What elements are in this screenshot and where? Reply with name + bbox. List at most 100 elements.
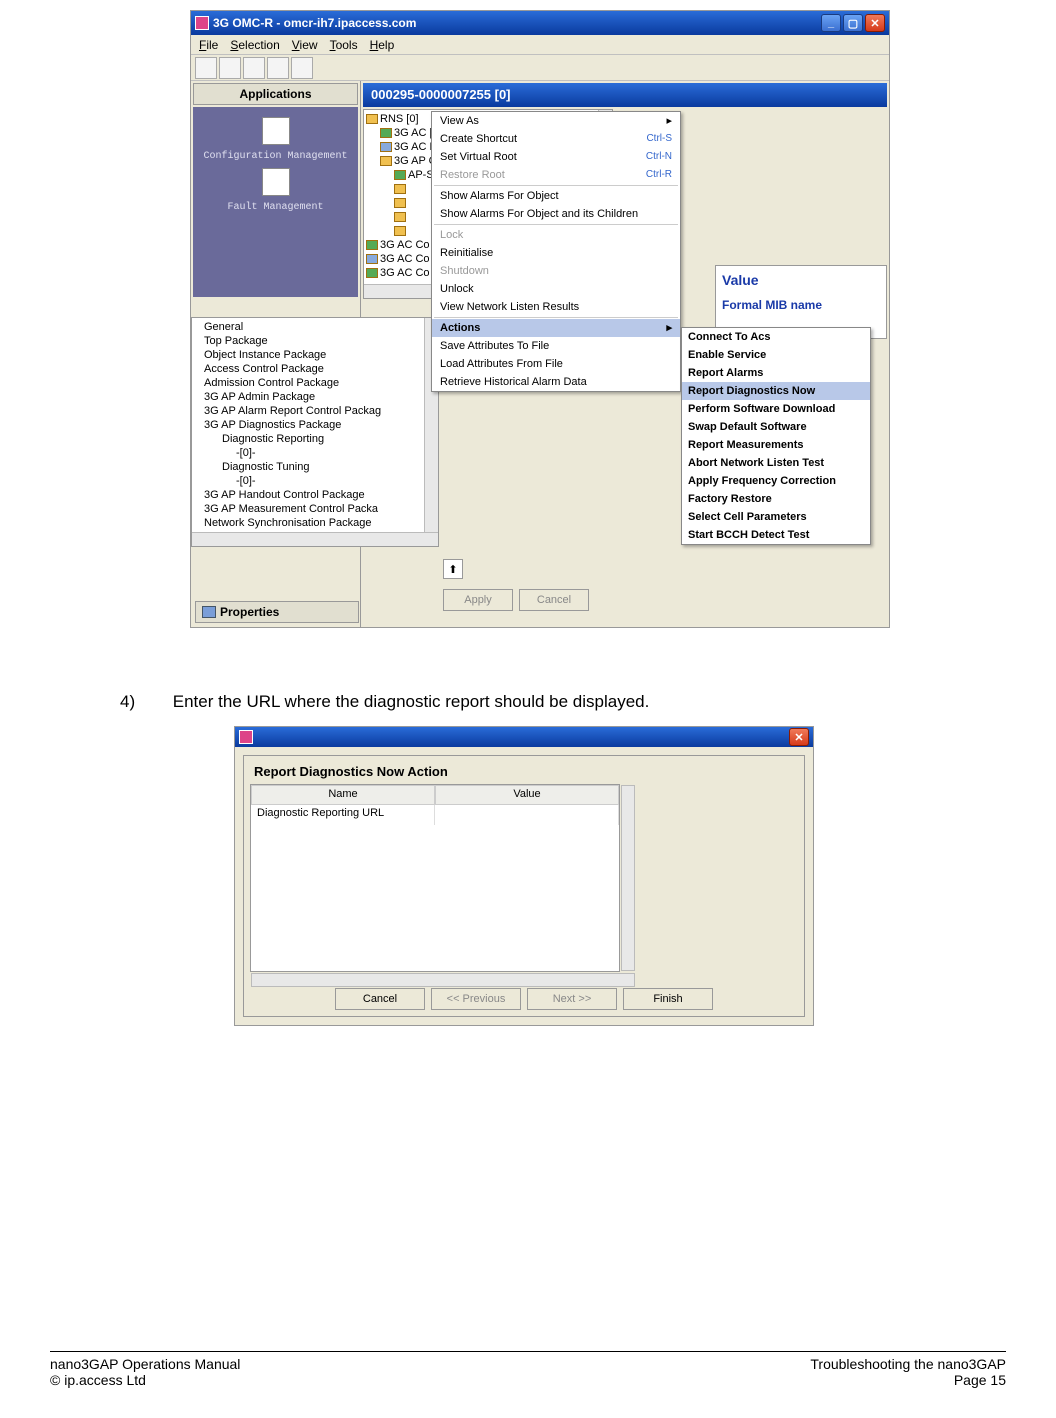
ctx-retrieve-alarm-data[interactable]: Retrieve Historical Alarm Data [432,373,680,391]
sub-select-cell-params[interactable]: Select Cell Parameters [682,508,870,526]
pkg-item[interactable]: 3G AP Handout Control Package [194,488,436,502]
next-button[interactable]: Next >> [527,988,617,1010]
screenshot-omcr-window: 3G OMC-R - omcr-ih7.ipaccess.com _ ▢ ✕ F… [190,10,890,628]
menu-help[interactable]: Help [370,38,395,54]
pkg-item[interactable]: Object Instance Package [194,348,436,362]
menu-tools[interactable]: Tools [330,38,358,54]
ctx-show-alarms-object[interactable]: Show Alarms For Object [432,187,680,205]
footer-copyright: © ip.access Ltd [50,1372,146,1388]
context-menu: View As▸ Create ShortcutCtrl-S Set Virtu… [431,111,681,392]
previous-button[interactable]: << Previous [431,988,521,1010]
config-mgmt-label[interactable]: Configuration Management [193,151,358,162]
ctx-show-alarms-children[interactable]: Show Alarms For Object and its Children [432,205,680,223]
sub-apply-freq-correction[interactable]: Apply Frequency Correction [682,472,870,490]
pkg-item[interactable]: Top Package [194,334,436,348]
fault-mgmt-icon[interactable] [262,168,290,196]
pkg-item[interactable]: Diagnostic Tuning [194,460,436,474]
apply-button[interactable]: Apply [443,589,513,611]
properties-tab[interactable]: Properties [195,601,359,623]
maximize-button[interactable]: ▢ [843,14,863,32]
pkg-item[interactable]: 3G AP Measurement Control Packa [194,502,436,516]
menu-selection[interactable]: Selection [230,38,279,54]
tree-item[interactable]: 3G AC Co [380,267,430,279]
sub-connect-acs[interactable]: Connect To Acs [682,328,870,346]
step-instruction: 4) Enter the URL where the diagnostic re… [120,692,649,712]
footer-section: Troubleshooting the nano3GAP [810,1356,1006,1372]
app-icon [239,730,253,744]
minimize-button[interactable]: _ [821,14,841,32]
footer-manual: nano3GAP Operations Manual [50,1356,240,1372]
close-button[interactable]: ✕ [865,14,885,32]
toolbar-button[interactable] [243,57,265,79]
ctx-set-virtual-root[interactable]: Set Virtual RootCtrl-N [432,148,680,166]
package-tree-pane[interactable]: General Top Package Object Instance Pack… [191,317,439,547]
dialog-title: Report Diagnostics Now Action [248,760,800,783]
ctx-create-shortcut[interactable]: Create ShortcutCtrl-S [432,130,680,148]
ctx-save-attrs[interactable]: Save Attributes To File [432,337,680,355]
footer-page: Page 15 [954,1372,1006,1388]
applications-panel: Configuration Management Fault Managemen… [193,107,358,297]
mib-header: Formal MIB name [722,298,880,312]
applications-tab[interactable]: Applications [193,83,358,105]
pkg-item[interactable]: 3G AP Diagnostics Package [194,418,436,432]
sub-enable-service[interactable]: Enable Service [682,346,870,364]
toolbar-button[interactable] [195,57,217,79]
pkg-item[interactable]: 3G AP Alarm Report Control Packag [194,404,436,418]
close-button[interactable]: ✕ [789,728,809,746]
scrollbar[interactable] [192,532,438,546]
sub-abort-listen-test[interactable]: Abort Network Listen Test [682,454,870,472]
window-titlebar: 3G OMC-R - omcr-ih7.ipaccess.com _ ▢ ✕ [191,11,889,35]
menu-bar: File Selection View Tools Help [191,35,889,55]
tree-item[interactable]: RNS [0] [380,113,419,125]
ctx-lock[interactable]: Lock [432,226,680,244]
param-value-input[interactable] [435,805,619,825]
ctx-shutdown[interactable]: Shutdown [432,262,680,280]
config-mgmt-icon[interactable] [262,117,290,145]
pkg-item[interactable]: 3G AP Admin Package [194,390,436,404]
sub-factory-restore[interactable]: Factory Restore [682,490,870,508]
ctx-actions[interactable]: Actions▸ [432,319,680,337]
sub-swap-default-sw[interactable]: Swap Default Software [682,418,870,436]
col-value: Value [435,785,619,805]
pkg-item[interactable]: Admission Control Package [194,376,436,390]
pkg-item[interactable]: -[0]- [194,446,436,460]
pkg-item[interactable]: Diagnostic Reporting [194,432,436,446]
tree-item[interactable]: 3G AC Co [380,239,430,251]
step-number: 4) [120,692,168,712]
pkg-item[interactable]: Access Control Package [194,362,436,376]
sub-start-bcch-test[interactable]: Start BCCH Detect Test [682,526,870,544]
ctx-load-attrs[interactable]: Load Attributes From File [432,355,680,373]
fault-mgmt-label[interactable]: Fault Management [193,202,358,213]
col-name: Name [251,785,435,805]
sub-perform-download[interactable]: Perform Software Download [682,400,870,418]
pkg-item[interactable]: General [194,320,436,334]
tree-item[interactable]: 3G AC Co [380,253,430,265]
window-title: 3G OMC-R - omcr-ih7.ipaccess.com [213,16,416,30]
toolbar-button[interactable] [267,57,289,79]
menu-file[interactable]: File [199,38,218,54]
step-text: Enter the URL where the diagnostic repor… [173,692,650,711]
menu-view[interactable]: View [292,38,318,54]
finish-button[interactable]: Finish [623,988,713,1010]
cancel-button[interactable]: Cancel [519,589,589,611]
toolbar-button[interactable] [291,57,313,79]
toolbar-button[interactable] [219,57,241,79]
up-button[interactable]: ⬆ [443,559,463,579]
sub-report-diagnostics-now[interactable]: Report Diagnostics Now [682,382,870,400]
object-banner: 000295-0000007255 [0] [363,83,887,107]
sub-report-measurements[interactable]: Report Measurements [682,436,870,454]
properties-icon [202,606,216,618]
scrollbar[interactable] [251,973,635,987]
pkg-item[interactable]: Network Synchronisation Package [194,516,436,530]
ctx-restore-root[interactable]: Restore RootCtrl-R [432,166,680,184]
ctx-view-listen[interactable]: View Network Listen Results [432,298,680,316]
pkg-item[interactable]: -[0]- [194,474,436,488]
ctx-reinitialise[interactable]: Reinitialise [432,244,680,262]
scrollbar[interactable] [621,785,635,971]
screenshot-report-dialog: ✕ Report Diagnostics Now Action Name Val… [234,726,814,1026]
sub-report-alarms[interactable]: Report Alarms [682,364,870,382]
dialog-titlebar: ✕ [235,727,813,747]
ctx-view-as[interactable]: View As▸ [432,112,680,130]
cancel-button[interactable]: Cancel [335,988,425,1010]
ctx-unlock[interactable]: Unlock [432,280,680,298]
